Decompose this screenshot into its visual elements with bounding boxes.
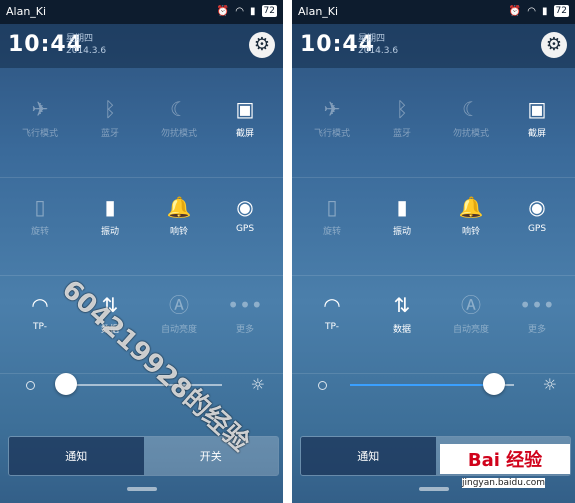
toggle-more[interactable]: ••• 更多 (502, 292, 572, 335)
weekday: 星期四 (358, 34, 386, 44)
alarm-clock-icon: ⏰ (216, 5, 230, 17)
settings-gear-icon[interactable]: ⚙ (249, 32, 275, 58)
gps-icon: ◉ (528, 195, 546, 219)
toggle-screenshot[interactable]: ▣ 截屏 (210, 96, 280, 139)
baidu-jingyan-logo: Bai 经验 (440, 444, 570, 474)
notification-header: 10:44 星期四 2014.3.6 ⚙ (0, 24, 283, 68)
more-icon: ••• (519, 293, 555, 317)
data-transfer-icon: ⇅ (393, 293, 411, 317)
date: 2014.3.6 (66, 46, 107, 56)
carrier-label: Alan_Ki (6, 5, 47, 18)
rotate-icon: ▯ (326, 195, 338, 219)
brightness-low-icon (318, 381, 327, 390)
wifi-icon: ◠ (235, 5, 245, 17)
more-icon: ••• (227, 293, 263, 317)
auto-brightness-icon: Ⓐ (169, 293, 189, 317)
toggle-gps[interactable]: ◉ GPS (210, 194, 280, 234)
status-bar: Alan_Ki ⏰ ◠ ▮ 72 (0, 0, 283, 24)
tab-notify[interactable]: 通知 (301, 437, 436, 475)
screenshot-icon: ▣ (527, 97, 547, 121)
date: 2014.3.6 (358, 46, 399, 56)
bell-icon: 🔔 (166, 195, 192, 219)
toggle-screenshot[interactable]: ▣ 截屏 (502, 96, 572, 139)
airplane-icon: ✈ (31, 97, 49, 121)
wifi-icon: ◠ (323, 293, 341, 317)
phone-screen-right: Alan_Ki ⏰ ◠ ▮ 72 10:44 星期四 2014.3.6 ⚙ ✈ 飞… (292, 0, 575, 503)
toggle-ring[interactable]: 🔔 响铃 (144, 194, 214, 237)
brightness-high-icon: ☼ (250, 375, 265, 394)
toggle-rotate[interactable]: ▯ 旋转 (5, 194, 75, 237)
brightness-slider[interactable]: ☼ (292, 360, 575, 410)
notification-header: 10:44 星期四 2014.3.6 ⚙ (292, 24, 575, 68)
toggle-more[interactable]: ••• 更多 (210, 292, 280, 335)
toggle-bluetooth[interactable]: ᛒ 蓝牙 (75, 96, 145, 139)
rotate-icon: ▯ (34, 195, 46, 219)
settings-gear-icon[interactable]: ⚙ (541, 32, 567, 58)
toggle-airplane-mode[interactable]: ✈ 飞行模式 (5, 96, 75, 139)
toggle-vibrate[interactable]: ▮ 振动 (367, 194, 437, 237)
drag-handle[interactable] (419, 487, 449, 491)
toggle-vibrate[interactable]: ▮ 振动 (75, 194, 145, 237)
screenshot-icon: ▣ (235, 97, 255, 121)
toggle-do-not-disturb[interactable]: ☾ 勿扰模式 (144, 96, 214, 139)
drag-handle[interactable] (127, 487, 157, 491)
signal-icon: ▮ (250, 5, 256, 17)
airplane-icon: ✈ (323, 97, 341, 121)
battery-indicator: 72 (261, 5, 277, 17)
toggle-gps[interactable]: ◉ GPS (502, 194, 572, 234)
status-bar: Alan_Ki ⏰ ◠ ▮ 72 (292, 0, 575, 24)
toggle-airplane-mode[interactable]: ✈ 飞行模式 (297, 96, 367, 139)
wifi-icon: ◠ (527, 5, 537, 17)
brightness-low-icon (26, 381, 35, 390)
brightness-knob[interactable] (483, 373, 506, 395)
brightness-knob[interactable] (55, 373, 78, 395)
moon-icon: ☾ (170, 97, 188, 121)
toggle-auto-brightness[interactable]: Ⓐ 自动亮度 (144, 292, 214, 335)
battery-indicator: 72 (553, 5, 569, 17)
toggle-ring[interactable]: 🔔 响铃 (436, 194, 506, 237)
carrier-label: Alan_Ki (298, 5, 339, 18)
tab-toggles[interactable]: 开关 (143, 437, 278, 475)
alarm-clock-icon: ⏰ (508, 5, 522, 17)
toggle-auto-brightness[interactable]: Ⓐ 自动亮度 (436, 292, 506, 335)
bluetooth-icon: ᛒ (104, 97, 116, 121)
vibrate-icon: ▮ (104, 195, 116, 219)
tab-notify[interactable]: 通知 (9, 437, 144, 475)
toggle-do-not-disturb[interactable]: ☾ 勿扰模式 (436, 96, 506, 139)
toggle-grid: ✈ 飞行模式 ᛒ 蓝牙 ☾ 勿扰模式 ▣ 截屏 ▯ 旋转 ▮ 振动 🔔 响铃 ◉ GPS ◠ TP… (292, 80, 575, 374)
bluetooth-icon: ᛒ (396, 97, 408, 121)
bell-icon: 🔔 (458, 195, 484, 219)
signal-icon: ▮ (542, 5, 548, 17)
moon-icon: ☾ (462, 97, 480, 121)
watermark-site: jingyan.baidu.com (462, 478, 546, 488)
toggle-mobile-data[interactable]: ⇅ 数据 (367, 292, 437, 335)
gps-icon: ◉ (236, 195, 254, 219)
toggle-rotate[interactable]: ▯ 旋转 (297, 194, 367, 237)
toggle-bluetooth[interactable]: ᛒ 蓝牙 (367, 96, 437, 139)
toggle-wifi[interactable]: ◠ TP- (297, 292, 367, 332)
vibrate-icon: ▮ (396, 195, 408, 219)
brightness-fill (350, 384, 495, 386)
weekday: 星期四 (66, 34, 94, 44)
auto-brightness-icon: Ⓐ (461, 293, 481, 317)
brightness-high-icon: ☼ (542, 375, 557, 394)
